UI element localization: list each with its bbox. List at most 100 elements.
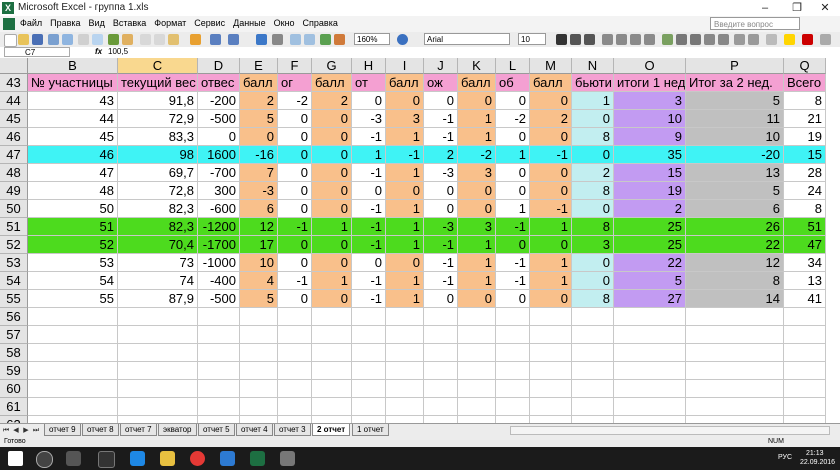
open-icon[interactable] [18,34,29,45]
empty-cell[interactable] [614,416,686,423]
table-cell[interactable]: 0 [496,290,530,308]
table-cell[interactable]: 1 [496,146,530,164]
table-cell[interactable]: балл [386,74,424,92]
table-cell[interactable]: 4 [240,272,278,290]
column-header[interactable]: H [352,58,386,74]
table-cell[interactable]: 0 [278,182,312,200]
select-all-corner[interactable] [0,58,28,74]
table-cell[interactable]: 2 [312,92,352,110]
table-cell[interactable]: -1 [352,236,386,254]
empty-cell[interactable] [784,380,826,398]
table-cell[interactable]: 0 [572,254,614,272]
empty-cell[interactable] [424,380,458,398]
table-cell[interactable]: 50 [28,200,118,218]
table-cell[interactable]: 0 [386,254,424,272]
copy-icon[interactable] [154,34,165,45]
empty-cell[interactable] [352,398,386,416]
column-header[interactable]: E [240,58,278,74]
table-cell[interactable]: 43 [28,92,118,110]
table-cell[interactable]: 14 [686,290,784,308]
row-header[interactable]: 60 [0,380,28,398]
table-cell[interactable]: 1 [352,146,386,164]
table-cell[interactable]: -1 [424,128,458,146]
table-cell[interactable]: 8 [572,182,614,200]
empty-cell[interactable] [240,308,278,326]
row-header[interactable]: 54 [0,272,28,290]
last-sheet-icon[interactable]: ⏭ [32,425,40,436]
row-header[interactable]: 58 [0,344,28,362]
table-cell[interactable]: 2 [240,92,278,110]
table-cell[interactable]: 1 [312,218,352,236]
table-cell[interactable]: 5 [240,290,278,308]
table-cell[interactable]: -1 [278,272,312,290]
column-header[interactable]: C [118,58,198,74]
empty-cell[interactable] [28,398,118,416]
table-cell[interactable]: 1 [458,110,496,128]
table-cell[interactable]: 0 [424,92,458,110]
empty-cell[interactable] [614,308,686,326]
table-cell[interactable]: 0 [352,254,386,272]
empty-cell[interactable] [240,344,278,362]
table-cell[interactable]: 0 [496,182,530,200]
table-cell[interactable]: -600 [198,200,240,218]
empty-cell[interactable] [240,398,278,416]
empty-cell[interactable] [352,344,386,362]
empty-cell[interactable] [28,416,118,423]
column-header[interactable]: J [424,58,458,74]
empty-cell[interactable] [424,362,458,380]
table-cell[interactable]: -2 [458,146,496,164]
table-cell[interactable]: -1 [352,290,386,308]
menu-item[interactable]: Файл [20,18,42,28]
table-cell[interactable]: 0 [424,200,458,218]
table-cell[interactable]: -1 [424,254,458,272]
table-cell[interactable]: 44 [28,110,118,128]
table-cell[interactable]: -1200 [198,218,240,236]
empty-cell[interactable] [530,380,572,398]
column-header[interactable]: I [386,58,424,74]
table-cell[interactable]: 1 [386,272,424,290]
table-cell[interactable]: 26 [686,218,784,236]
empty-cell[interactable] [312,326,352,344]
table-cell[interactable]: 13 [686,164,784,182]
table-cell[interactable]: 0 [312,146,352,164]
table-cell[interactable]: 52 [28,236,118,254]
redo-icon[interactable] [228,34,239,45]
empty-cell[interactable] [28,308,118,326]
table-cell[interactable]: 15 [784,146,826,164]
table-cell[interactable]: 8 [784,200,826,218]
autosum-icon[interactable] [272,34,283,45]
empty-cell[interactable] [312,380,352,398]
empty-cell[interactable] [386,380,424,398]
empty-cell[interactable] [118,308,198,326]
empty-cell[interactable] [530,398,572,416]
table-cell[interactable]: -1 [352,272,386,290]
empty-cell[interactable] [530,416,572,423]
empty-cell[interactable] [118,380,198,398]
column-header[interactable]: L [496,58,530,74]
merge-center-icon[interactable] [644,34,655,45]
table-cell[interactable]: 0 [352,92,386,110]
empty-cell[interactable] [198,380,240,398]
table-cell[interactable]: 0 [312,128,352,146]
undo-icon[interactable] [210,34,221,45]
table-cell[interactable]: 70,4 [118,236,198,254]
table-cell[interactable]: 48 [28,182,118,200]
store-icon[interactable] [220,451,235,466]
table-cell[interactable]: 1 [496,200,530,218]
table-cell[interactable]: 0 [312,164,352,182]
table-cell[interactable]: 0 [458,290,496,308]
table-cell[interactable]: 0 [572,146,614,164]
table-cell[interactable]: 45 [28,128,118,146]
table-cell[interactable]: 87,9 [118,290,198,308]
table-cell[interactable]: бьюти [572,74,614,92]
table-cell[interactable]: -400 [198,272,240,290]
empty-cell[interactable] [458,308,496,326]
table-cell[interactable]: 12 [686,254,784,272]
menu-item[interactable]: Сервис [194,18,225,28]
table-cell[interactable]: 8 [572,128,614,146]
table-cell[interactable]: 0 [198,128,240,146]
empty-cell[interactable] [312,362,352,380]
fill-color-icon[interactable] [784,34,795,45]
maximize-button[interactable]: ❐ [782,0,812,16]
empty-cell[interactable] [424,326,458,344]
